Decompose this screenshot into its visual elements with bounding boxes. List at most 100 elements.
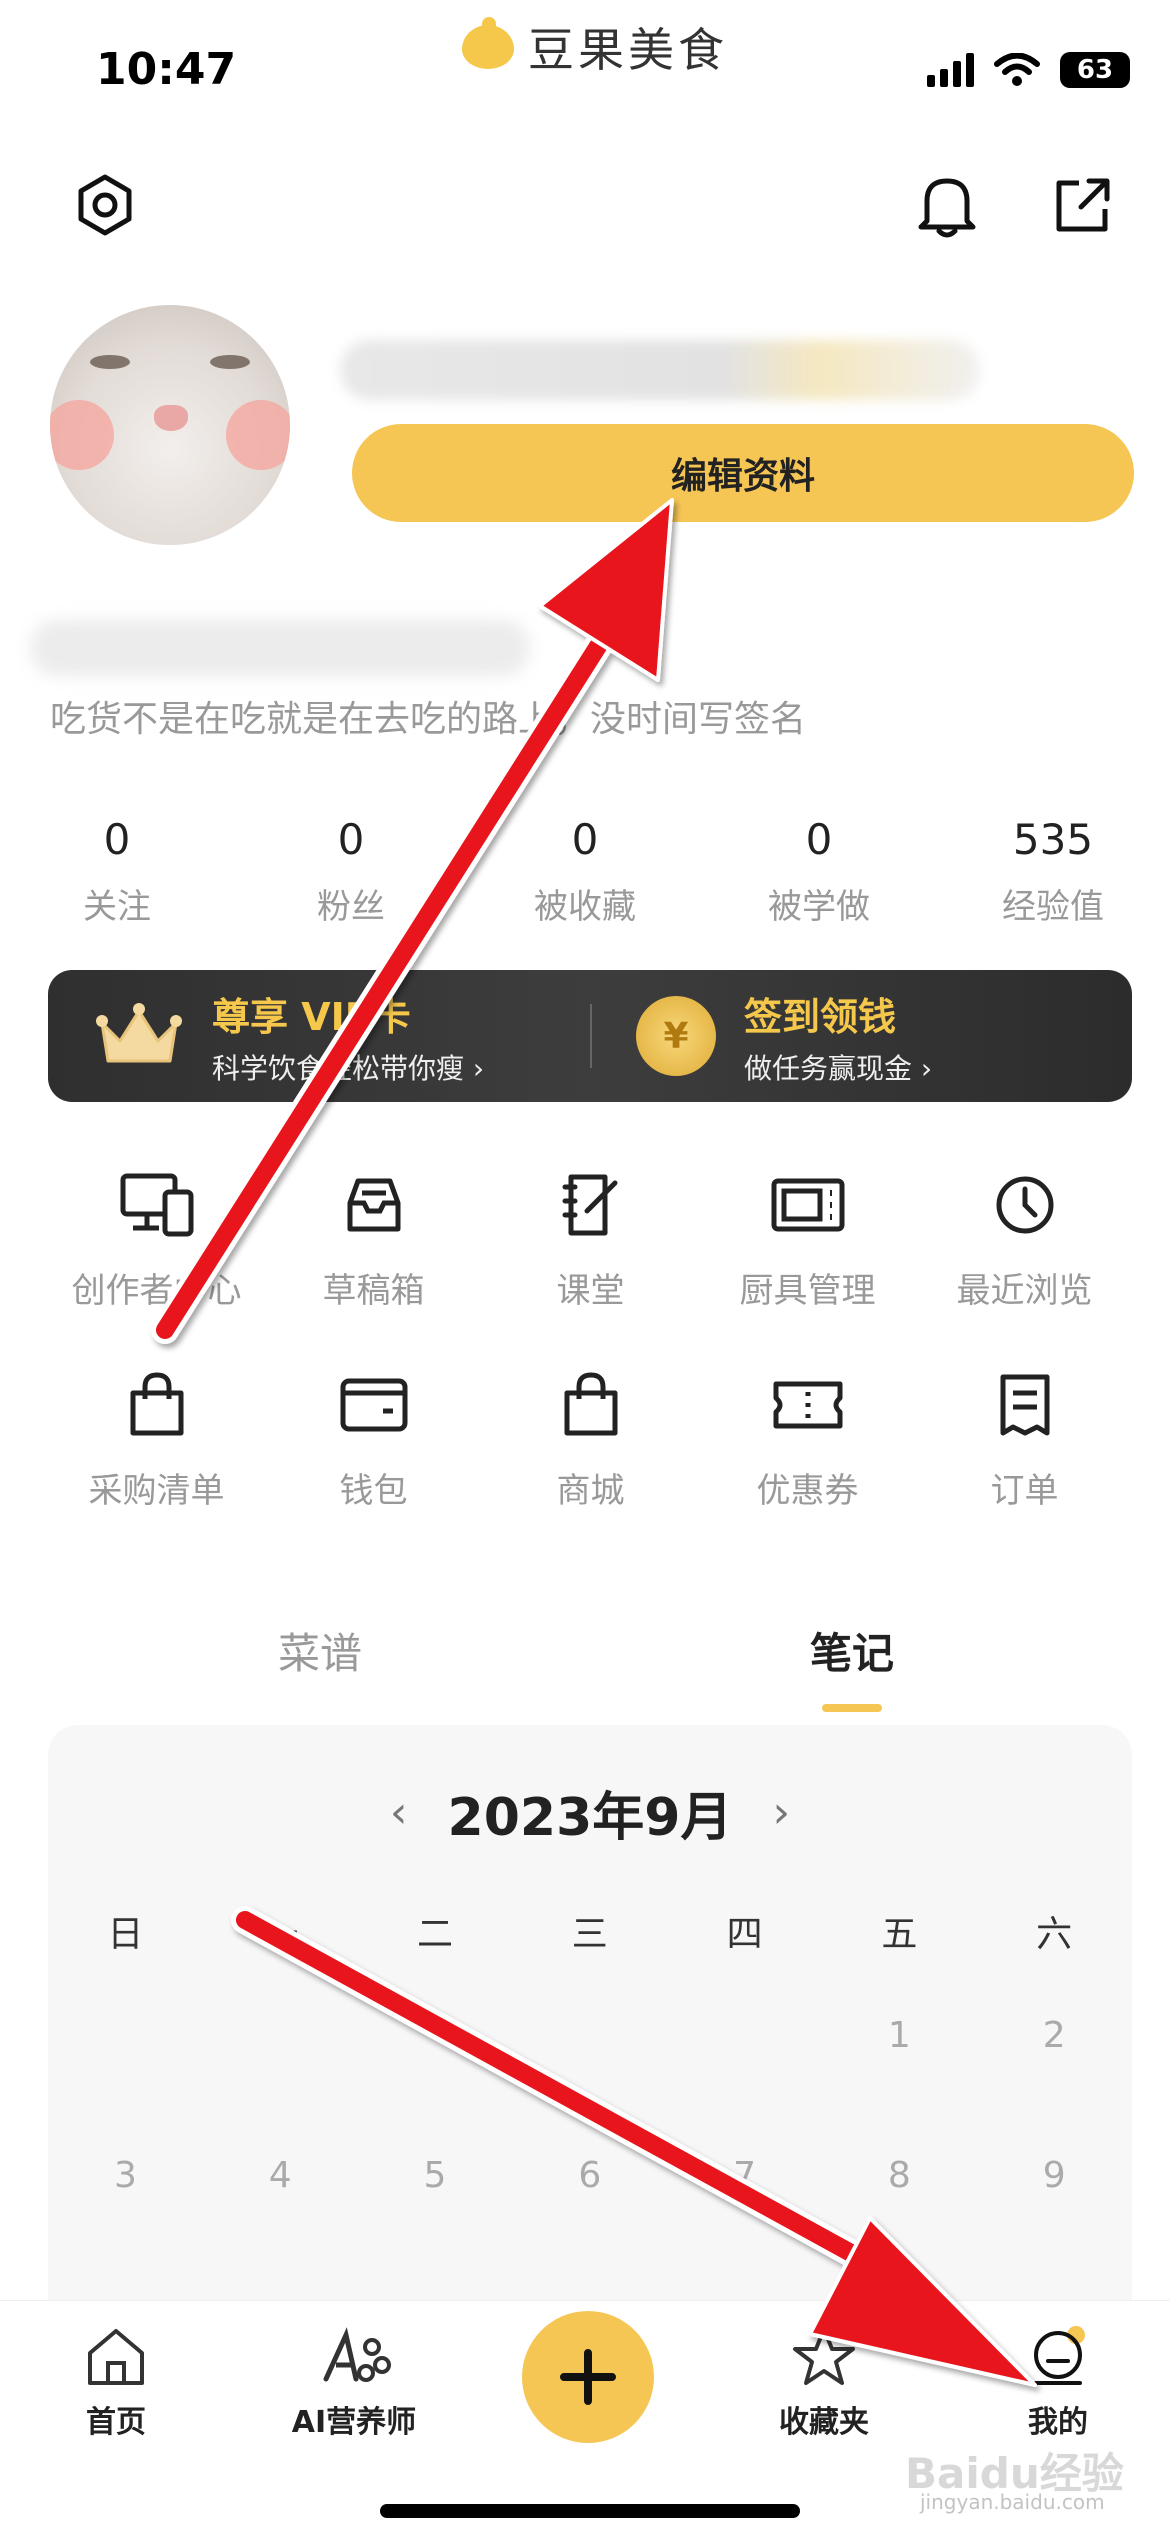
stat-value: 0: [337, 815, 365, 864]
calendar-day[interactable]: 8: [822, 2155, 977, 2196]
calendar-weekdays: 日 一 二 三 四 五 六: [48, 1905, 1132, 1957]
vip-subtitle: 科学饮食轻松带你瘦 ›: [212, 1051, 485, 1085]
grid-item-shopping-list[interactable]: 采购清单: [48, 1365, 265, 1512]
edit-profile-button[interactable]: 编辑资料: [352, 424, 1134, 522]
stat-favorited[interactable]: 0 被收藏: [468, 815, 702, 928]
feature-grid-row-1: 创作者中心 草稿箱 课堂 厨具管理 最近浏览: [0, 1165, 1170, 1312]
grid-item-recent[interactable]: 最近浏览: [916, 1165, 1133, 1312]
calendar-day[interactable]: 3: [48, 2155, 203, 2196]
stat-learned[interactable]: 0 被学做: [702, 815, 936, 928]
nav-ai-nutritionist[interactable]: AI营养师: [254, 2325, 454, 2441]
app-name: 豆果美食: [528, 23, 728, 77]
nav-home[interactable]: 首页: [16, 2325, 216, 2441]
grid-item-classroom[interactable]: 课堂: [482, 1165, 699, 1312]
home-icon: [88, 2329, 144, 2385]
feature-grid-row-2: 采购清单 钱包 商城 优惠券 订单: [0, 1365, 1170, 1512]
calendar-day[interactable]: [512, 2015, 667, 2056]
calendar-day[interactable]: 5: [358, 2155, 513, 2196]
nav-mine[interactable]: 我的: [958, 2325, 1158, 2441]
prev-month-chevron-icon[interactable]: ‹: [390, 1787, 408, 1838]
user-id-blurred: [30, 620, 530, 676]
status-bar: 10:47 豆果美食 63: [0, 0, 1170, 140]
grid-label: 草稿箱: [322, 1271, 425, 1311]
user-bio: 吃货不是在吃就是在去吃的路上，没时间写签名: [50, 699, 807, 740]
grid-label: 采购清单: [88, 1471, 225, 1511]
clock-icon: [985, 1165, 1065, 1245]
stat-value: 0: [103, 815, 131, 864]
calendar-day[interactable]: [667, 2015, 822, 2056]
grid-item-drafts[interactable]: 草稿箱: [265, 1165, 482, 1312]
calendar-day[interactable]: 7: [667, 2155, 822, 2196]
weekday-label: 一: [262, 1914, 299, 1955]
grid-label: 优惠券: [756, 1471, 859, 1511]
calendar-day[interactable]: 1: [822, 2015, 977, 2056]
calendar-day[interactable]: 6: [512, 2155, 667, 2196]
grid-label: 最近浏览: [956, 1271, 1093, 1311]
grid-label: 课堂: [556, 1271, 625, 1311]
tab-notes[interactable]: 笔记: [810, 1620, 894, 1681]
grid-item-mall[interactable]: 商城: [482, 1365, 699, 1512]
app-brand: 豆果美食: [462, 14, 728, 80]
coin-icon: ¥: [636, 996, 716, 1076]
calendar-day[interactable]: [203, 2015, 358, 2056]
profile-stats: 0 关注 0 粉丝 0 被收藏 0 被学做 535 经验值: [0, 815, 1170, 928]
vip-card-entry[interactable]: 尊享 VIP卡 科学饮食轻松带你瘦 ›: [48, 970, 590, 1102]
grid-label: 商城: [556, 1471, 625, 1511]
create-plus-button[interactable]: [522, 2311, 654, 2443]
microwave-icon: [768, 1165, 848, 1245]
nav-label: 首页: [86, 2405, 146, 2440]
stat-following[interactable]: 0 关注: [0, 815, 234, 928]
calendar-day[interactable]: [358, 2015, 513, 2056]
next-month-chevron-icon[interactable]: ›: [772, 1787, 790, 1838]
calendar-day[interactable]: 4: [203, 2155, 358, 2196]
notification-bell-icon[interactable]: [912, 170, 982, 240]
tab-recipes[interactable]: 菜谱: [278, 1620, 362, 1681]
checkin-entry[interactable]: ¥ 签到领钱 做任务赢现金 ›: [590, 970, 1132, 1102]
grid-label: 创作者中心: [71, 1271, 242, 1311]
divider: [590, 1004, 592, 1068]
nav-label: 我的: [1028, 2405, 1088, 2440]
shopping-bag-icon: [551, 1365, 631, 1445]
receipt-icon: [985, 1365, 1065, 1445]
wifi-icon: [994, 53, 1040, 86]
share-icon[interactable]: [1048, 170, 1118, 240]
profile-icon: [1034, 2326, 1085, 2385]
nav-label: 收藏夹: [779, 2405, 869, 2440]
devices-icon: [117, 1165, 197, 1245]
stat-experience[interactable]: 535 经验值: [936, 815, 1170, 928]
grid-label: 订单: [990, 1471, 1059, 1511]
calendar-day[interactable]: 9: [977, 2155, 1132, 2196]
watermark-url: jingyan.baidu.com: [920, 2490, 1105, 2514]
ai-nutritionist-icon: [323, 2327, 391, 2382]
settings-gear-icon[interactable]: [70, 170, 140, 240]
checkin-title: 签到领钱: [744, 994, 897, 1039]
calendar-month: 2023年9月: [447, 1788, 733, 1848]
vip-title: 尊享 VIP卡: [212, 994, 411, 1039]
stat-value: 535: [1012, 815, 1094, 864]
weekday-label: 二: [416, 1914, 453, 1955]
grid-item-wallet[interactable]: 钱包: [265, 1365, 482, 1512]
stat-label: 粉丝: [317, 887, 385, 927]
grid-label: 钱包: [339, 1471, 408, 1511]
nav-label: AI营养师: [291, 2405, 417, 2440]
wallet-icon: [334, 1365, 414, 1445]
vip-banner: 尊享 VIP卡 科学饮食轻松带你瘦 › ¥ 签到领钱 做任务赢现金 ›: [48, 970, 1132, 1102]
calendar-week: 1 2: [48, 2015, 1132, 2056]
stat-followers[interactable]: 0 粉丝: [234, 815, 468, 928]
calendar-day[interactable]: [48, 2015, 203, 2056]
shopping-bag-icon: [117, 1365, 197, 1445]
notebook-icon: [551, 1165, 631, 1245]
weekday-label: 日: [107, 1914, 144, 1955]
grid-item-creator-center[interactable]: 创作者中心: [48, 1165, 265, 1312]
home-indicator: [380, 2504, 800, 2518]
grid-label: 厨具管理: [739, 1271, 876, 1311]
calendar-day[interactable]: 2: [977, 2015, 1132, 2056]
avatar[interactable]: [50, 305, 290, 545]
plus-icon: [560, 2349, 616, 2405]
grid-item-orders[interactable]: 订单: [916, 1365, 1133, 1512]
grid-item-coupons[interactable]: 优惠券: [699, 1365, 916, 1512]
weekday-label: 四: [726, 1914, 763, 1955]
grid-item-kitchenware[interactable]: 厨具管理: [699, 1165, 916, 1312]
nav-favorites[interactable]: 收藏夹: [724, 2325, 924, 2441]
status-indicators: 63: [927, 52, 1130, 88]
